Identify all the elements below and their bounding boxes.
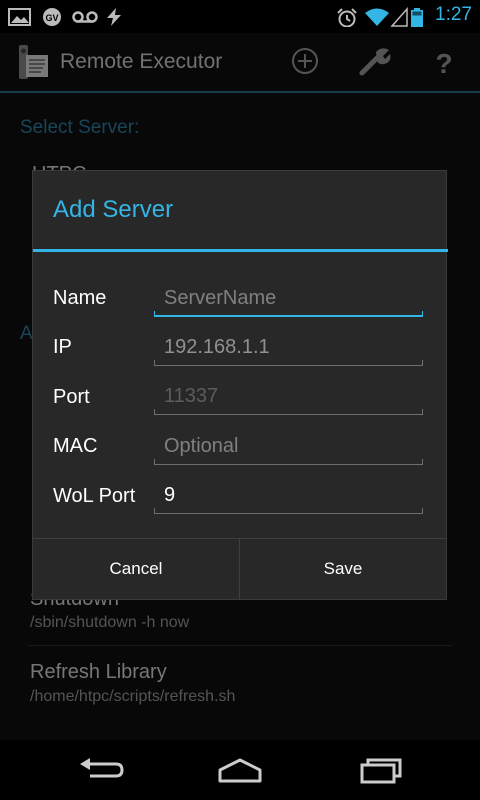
- recent-apps-icon[interactable]: [358, 756, 406, 784]
- name-field-text: ServerName: [164, 287, 277, 309]
- flash-icon: [107, 8, 121, 26]
- wifi-icon: [365, 8, 389, 26]
- name-field[interactable]: ServerName: [154, 281, 423, 317]
- wol-port-field[interactable]: 9: [154, 478, 423, 514]
- ip-label: IP: [53, 336, 72, 358]
- alarm-icon: [337, 8, 357, 27]
- google-voice-icon: GV: [43, 8, 61, 26]
- status-clock: 1:27: [435, 4, 472, 25]
- mac-label: MAC: [53, 435, 98, 457]
- voicemail-icon: [72, 11, 98, 23]
- ip-field[interactable]: 192.168.1.1: [154, 330, 423, 366]
- dialog-button-bar: Cancel Save: [33, 538, 446, 599]
- image-icon: [8, 8, 31, 26]
- signal-icon: [390, 7, 408, 27]
- wol-port-field-text: 9: [164, 484, 176, 506]
- wol-port-label: WoL Port: [53, 485, 136, 507]
- dialog-title: Add Server: [53, 196, 174, 223]
- ip-field-text: 192.168.1.1: [164, 336, 270, 358]
- dialog-title-divider: [33, 249, 448, 252]
- battery-icon: [411, 8, 423, 27]
- port-field[interactable]: 11337: [154, 379, 423, 415]
- add-server-dialog: Add Server Name ServerName IP 192.168.1.…: [32, 170, 448, 600]
- svg-text:GV: GV: [45, 13, 58, 23]
- navigation-bar: [0, 740, 480, 800]
- back-icon[interactable]: [76, 756, 124, 784]
- cancel-button[interactable]: Cancel: [33, 539, 239, 599]
- mac-field-text: Optional: [164, 435, 239, 457]
- save-button[interactable]: Save: [240, 539, 446, 599]
- mac-field[interactable]: Optional: [154, 429, 423, 465]
- port-field-text: 11337: [164, 385, 219, 407]
- home-icon[interactable]: [216, 756, 264, 784]
- status-bar: GV 1:27: [0, 0, 480, 33]
- port-label: Port: [53, 386, 90, 408]
- name-label: Name: [53, 287, 107, 309]
